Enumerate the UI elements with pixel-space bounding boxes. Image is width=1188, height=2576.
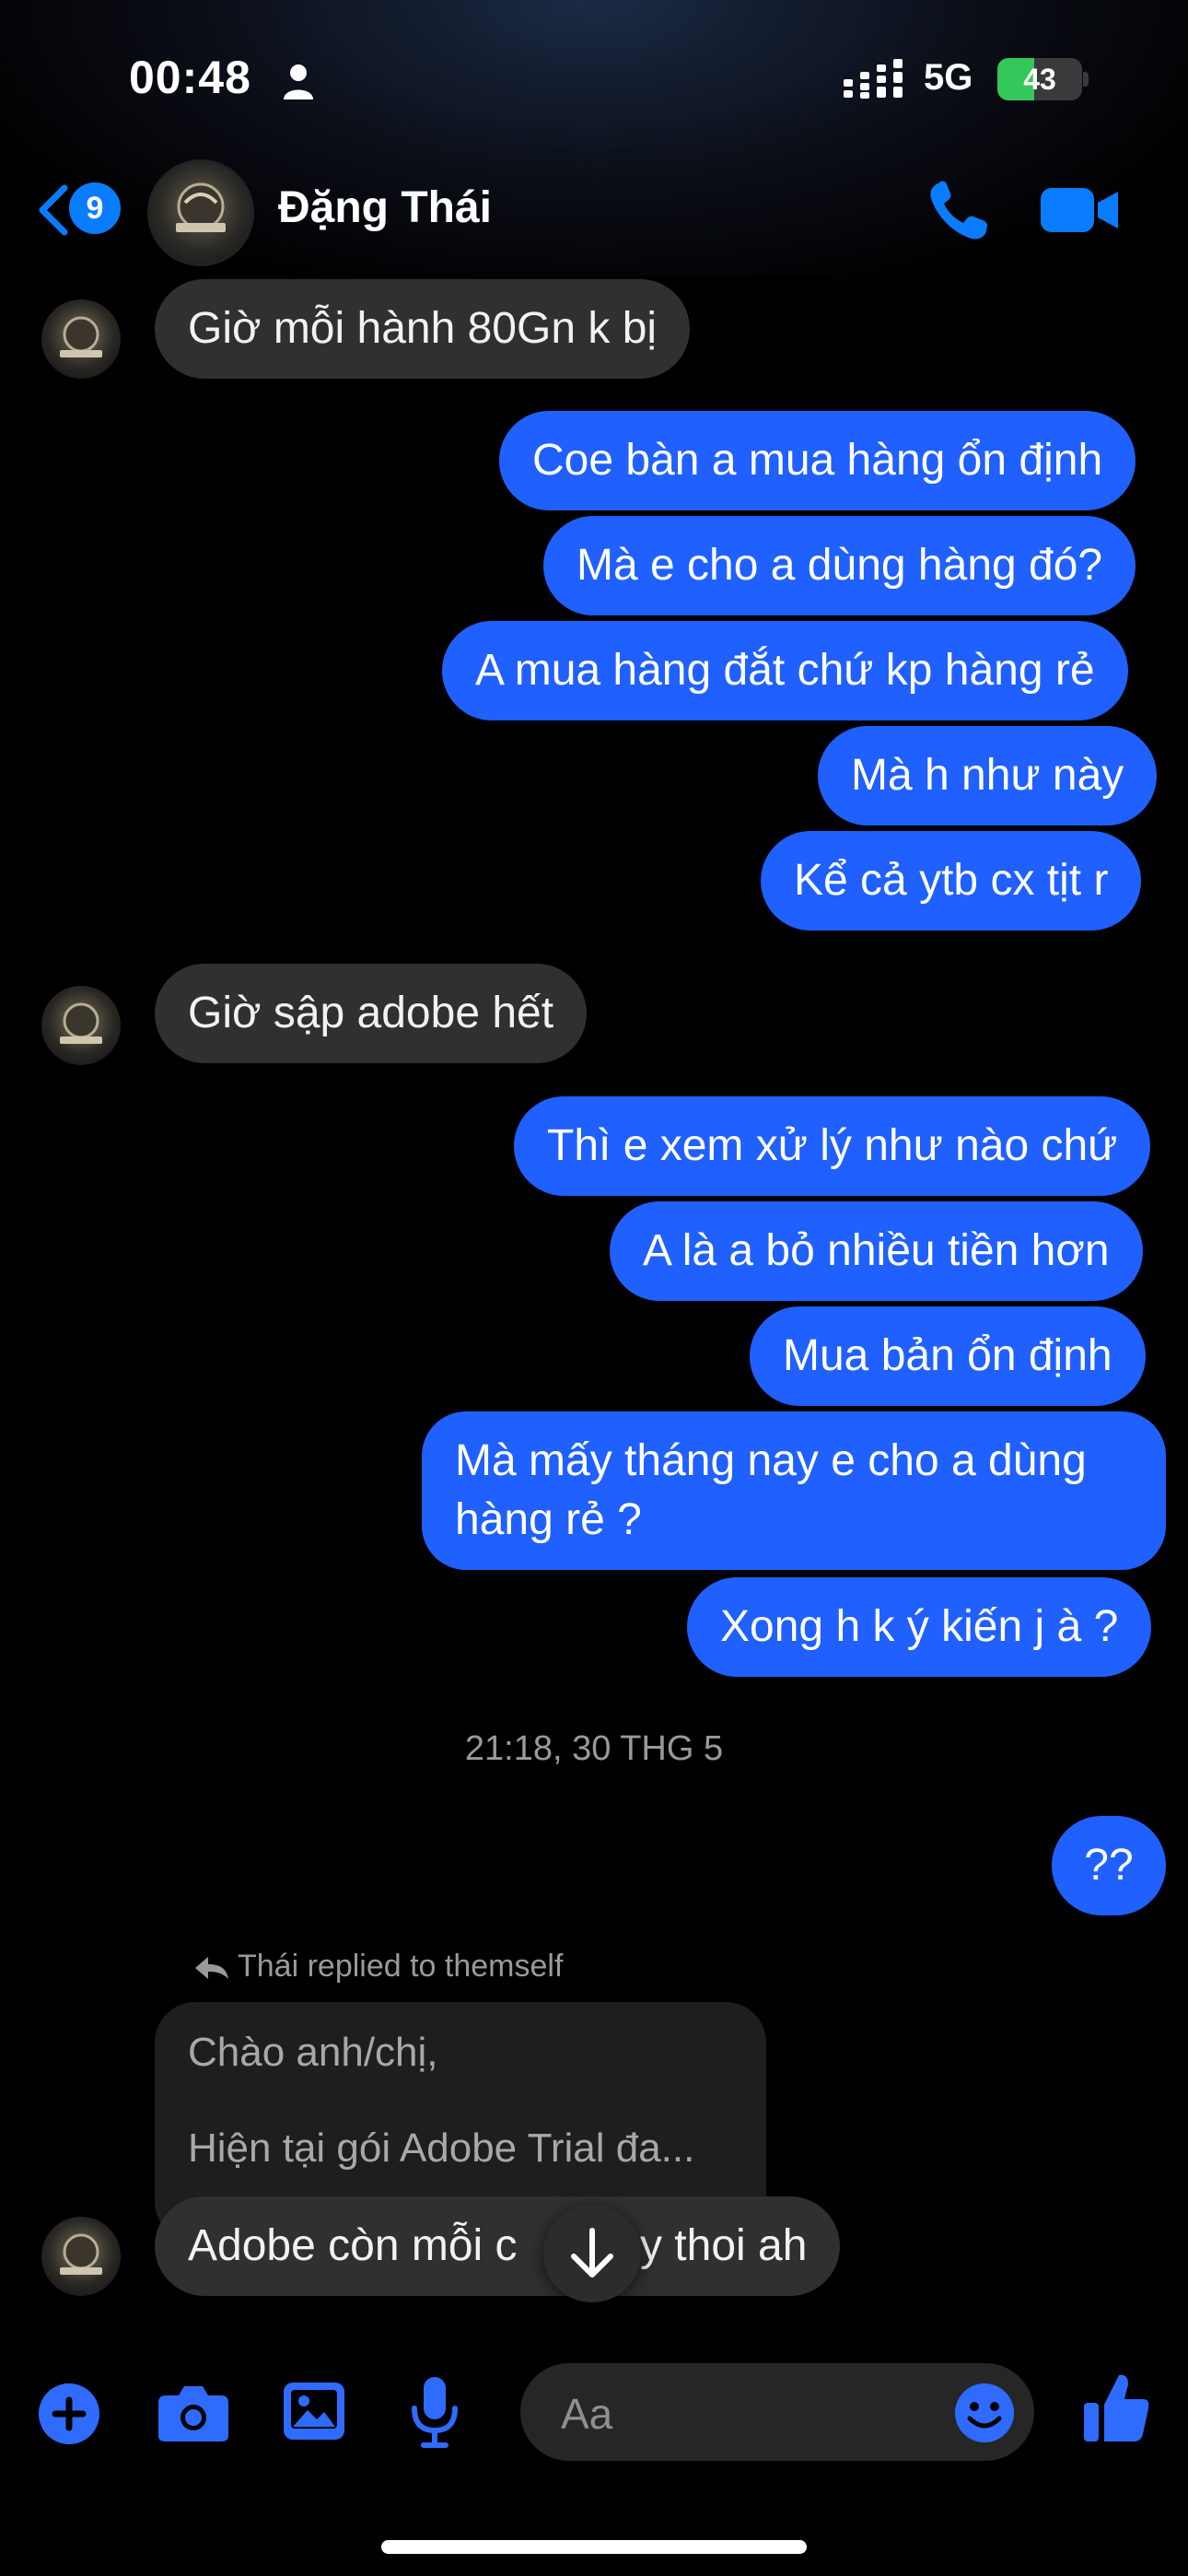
arrow-down-icon	[571, 2228, 613, 2277]
thumbs-up-icon[interactable]	[1082, 2370, 1152, 2443]
avatar-logo-icon	[176, 182, 226, 232]
sender-avatar[interactable]	[41, 986, 121, 1065]
message-bubble-outgoing[interactable]: Mà h như này	[818, 726, 1158, 825]
person-icon	[284, 64, 313, 100]
phone-icon[interactable]	[926, 180, 992, 242]
message-bubble-outgoing[interactable]: Mà e cho a dùng hàng đó?	[543, 516, 1136, 615]
message-bubble-outgoing[interactable]: Xong h k ý kiến j à ?	[687, 1577, 1152, 1677]
battery-tip	[1083, 72, 1089, 87]
battery-percent: 43	[1023, 63, 1056, 96]
scroll-to-bottom-button[interactable]	[543, 2205, 641, 2302]
message-bubble-incoming[interactable]: Giờ sập adobe hết	[155, 964, 588, 1063]
camera-icon[interactable]	[157, 2383, 230, 2443]
message-bubble-incoming[interactable]: Giờ mỗi hành 80Gn k bị	[155, 279, 691, 379]
message-bubble-outgoing[interactable]: ??	[1052, 1816, 1166, 1915]
plus-icon[interactable]	[37, 2382, 101, 2446]
sender-avatar[interactable]	[41, 2217, 121, 2296]
battery-indicator: 43	[997, 58, 1082, 100]
avatar-logo-icon	[60, 2233, 102, 2275]
message-input[interactable]: Aa	[520, 2363, 1034, 2461]
microphone-icon[interactable]	[409, 2375, 460, 2449]
avatar-logo-icon	[60, 316, 102, 357]
reply-label: Thái replied to themself	[238, 1949, 564, 1984]
network-type: 5G	[924, 57, 973, 98]
message-bubble-outgoing[interactable]: Mà mấy tháng nay e cho a dùng hàng rẻ ?	[422, 1411, 1166, 1570]
quoted-line: Chào anh/chị,	[188, 2030, 438, 2075]
message-bubble-outgoing[interactable]: Mua bản ổn định	[750, 1306, 1146, 1406]
message-bubble-outgoing[interactable]: A mua hàng đắt chứ kp hàng rẻ	[442, 621, 1128, 720]
message-bubble-outgoing[interactable]: A là a bỏ nhiều tiền hơn	[610, 1201, 1143, 1301]
unread-count-badge[interactable]: 9	[69, 182, 121, 234]
message-bubble-incoming[interactable]: Adobe còn mỗi c này thoi ah	[155, 2196, 841, 2296]
emoji-icon[interactable]	[953, 2382, 1016, 2444]
message-bubble-outgoing[interactable]: Kể cả ytb cx tịt r	[761, 831, 1142, 931]
cellular-signal-icon	[844, 59, 903, 99]
quoted-line: Hiện tại gói Adobe Trial đa...	[188, 2125, 695, 2171]
avatar-logo-icon	[60, 1002, 102, 1044]
sender-avatar[interactable]	[41, 299, 121, 379]
message-timestamp: 21:18, 30 THG 5	[464, 1729, 724, 1768]
contact-name[interactable]: Đặng Thái	[278, 182, 492, 233]
contact-avatar[interactable]	[147, 159, 254, 266]
message-input-placeholder: Aa	[561, 2390, 613, 2438]
image-icon[interactable]	[282, 2381, 346, 2441]
home-indicator	[381, 2540, 807, 2554]
message-bubble-outgoing[interactable]: Coe bàn a mua hàng ổn định	[499, 411, 1136, 510]
status-time: 00:48	[129, 52, 251, 103]
back-chevron-icon[interactable]	[35, 182, 72, 238]
message-bubble-outgoing[interactable]: Thì e xem xử lý như nào chứ	[514, 1096, 1151, 1196]
reply-arrow-icon	[195, 1957, 228, 1979]
video-camera-icon[interactable]	[1041, 184, 1120, 236]
